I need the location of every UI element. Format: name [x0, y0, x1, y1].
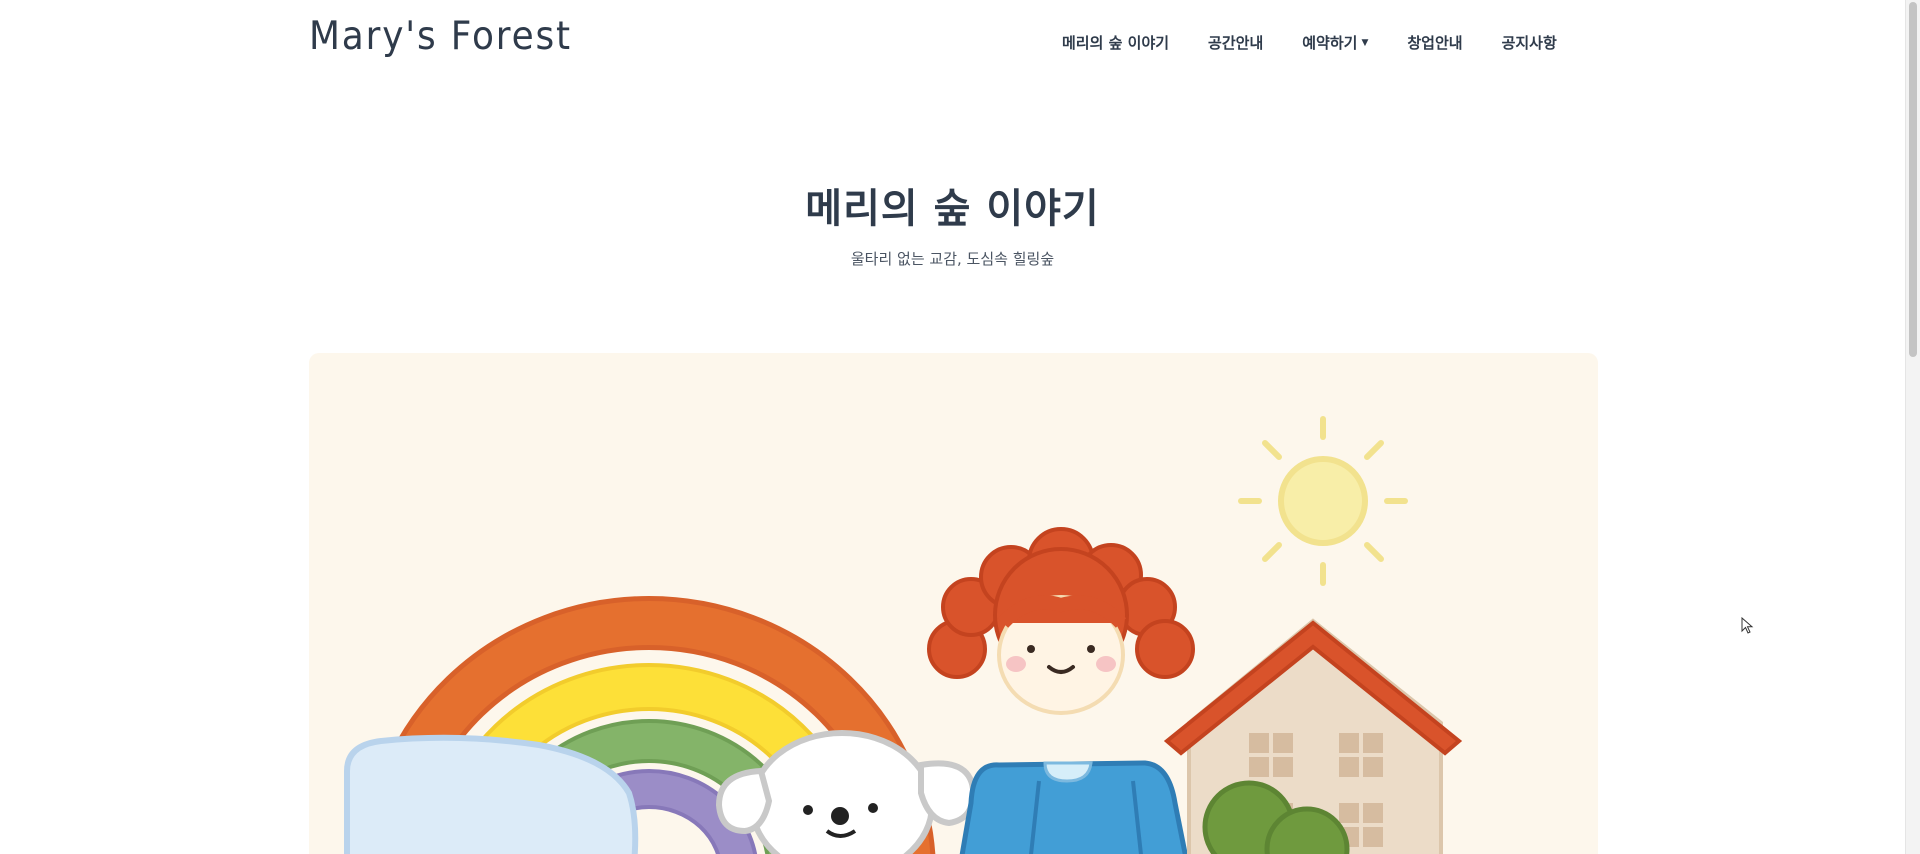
hero-illustration	[309, 353, 1598, 854]
main-nav: 메리의 숲 이야기 공간안내 예약하기 ▼ 창업안내 공지사항	[1062, 32, 1596, 53]
caret-down-icon: ▼	[1361, 37, 1369, 48]
page: Mary's Forest 메리의 숲 이야기 공간안내 예약하기 ▼ 창업안내…	[0, 0, 1905, 854]
nav-item-reservation-label: 예약하기	[1302, 34, 1358, 52]
nav-item-story[interactable]: 메리의 숲 이야기	[1062, 32, 1169, 53]
page-title: 메리의 숲 이야기	[805, 186, 1100, 232]
cursor-icon	[1741, 617, 1754, 634]
girl-icon	[927, 527, 1195, 854]
nav-item-franchise[interactable]: 창업안내	[1407, 32, 1462, 53]
nav-item-space[interactable]: 공간안내	[1208, 32, 1263, 53]
dog-icon	[715, 730, 977, 854]
nav-item-notice[interactable]: 공지사항	[1502, 32, 1557, 53]
nav-item-reservation[interactable]: 예약하기 ▼	[1302, 32, 1368, 53]
scrollbar-thumb[interactable]	[1909, 2, 1917, 357]
sun-icon	[1238, 416, 1408, 586]
site-logo[interactable]: Mary's Forest	[309, 14, 572, 59]
page-subtitle: 울타리 없는 교감, 도심속 힐링숲	[850, 250, 1055, 268]
